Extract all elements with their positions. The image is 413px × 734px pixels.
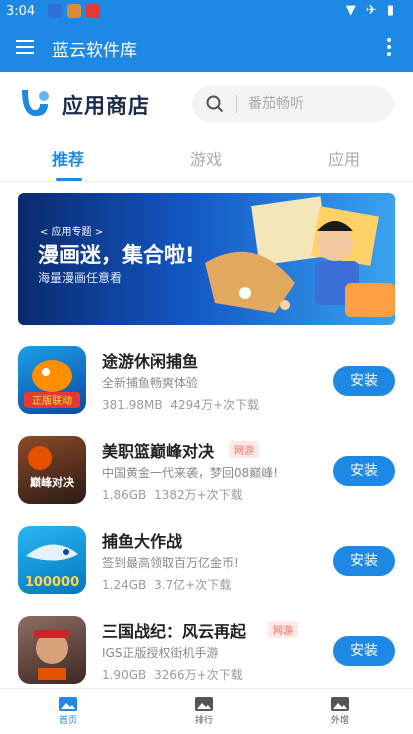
list-item[interactable]: 三国战纪：风云再起 网游 IGS正版授权街机手游 1.90GB 3266万+次下… <box>0 606 413 688</box>
status-time: 3:04 <box>6 4 36 19</box>
install-button[interactable]: 安装 <box>333 456 395 486</box>
download-notification-icon <box>48 4 62 18</box>
app-icon-fishing[interactable]: 正版联动 <box>18 346 86 414</box>
banner-tag: < 应用专题 > <box>40 227 104 238</box>
image-icon <box>59 697 77 711</box>
app-downloads: 4294万+次下载 <box>170 398 260 412</box>
list-item[interactable]: 100000 捕鱼大作战 签到最高领取百万亿金币! 1.24GB 3.7亿+次下… <box>0 516 413 606</box>
app-downloads: 3.7亿+次下载 <box>154 578 232 592</box>
store-logo-icon <box>22 90 49 116</box>
app-meta: 381.98MB 4294万+次下载 <box>102 396 263 413</box>
list-item[interactable]: 正版联动 途游休闲捕鱼 全新捕鱼畅爽体验 381.98MB 4294万+次下载 … <box>0 336 413 426</box>
app-desc: 中国黄金一代来袭，梦回08巅峰! <box>102 466 279 480</box>
promo-banner[interactable]: < 应用专题 > 漫画迷，集合啦! 海量漫画任意看 <box>18 193 395 325</box>
app-badge: 网游 <box>268 621 298 638</box>
install-button[interactable]: 安装 <box>333 366 395 396</box>
app-size: 1.86GB <box>102 488 147 502</box>
search-icon[interactable] <box>206 95 224 113</box>
tab-apps[interactable]: 应用 <box>328 146 360 170</box>
app-icon-label: 巅峰对决 <box>29 475 75 489</box>
app-desc: 全新捕鱼畅爽体验 <box>102 376 199 390</box>
category-tabs: 推荐 游戏 应用 <box>0 138 413 182</box>
basketball-icon: 巅峰对决 <box>28 446 75 489</box>
system-status-icons: ▼ ✈ ▮ <box>345 3 397 18</box>
app-downloads: 1382万+次下载 <box>154 488 243 502</box>
app-meta: 1.90GB 3266万+次下载 <box>102 666 247 683</box>
app-name: 途游休闲捕鱼 <box>102 352 199 371</box>
banner-artwork <box>205 196 395 317</box>
app-icon-three-kingdoms[interactable] <box>18 616 86 684</box>
app-size: 1.90GB <box>102 668 147 682</box>
app-desc: 签到最高领取百万亿金币! <box>102 556 239 570</box>
more-options-icon[interactable] <box>387 38 391 59</box>
search-input[interactable] <box>248 92 378 116</box>
app-name: 美职篮巅峰对决 <box>102 442 215 461</box>
menu-icon[interactable] <box>16 40 34 54</box>
nav-extra[interactable]: 外增 <box>310 697 370 726</box>
nav-ranking[interactable]: 排行 <box>174 697 234 726</box>
warrior-icon <box>34 630 70 680</box>
nav-home[interactable]: 首页 <box>38 697 98 726</box>
list-item[interactable]: 巅峰对决 美职篮巅峰对决 网游 中国黄金一代来袭，梦回08巅峰! 1.86GB … <box>0 426 413 516</box>
bottom-navigation: 首页 排行 外增 <box>0 688 413 734</box>
search-divider <box>236 95 237 113</box>
app-badge: 网游 <box>229 441 259 458</box>
banner-subtitle: 海量漫画任意看 <box>38 271 123 285</box>
store-name: 应用商店 <box>62 94 150 118</box>
video-notification-icon <box>86 4 100 18</box>
app-name: 三国战纪：风云再起 <box>102 622 247 641</box>
app-size: 381.98MB <box>102 398 163 412</box>
tab-indicator <box>56 178 82 181</box>
nav-ranking-label: 排行 <box>194 716 213 726</box>
app-meta: 1.86GB 1382万+次下载 <box>102 486 247 503</box>
notification-icons <box>48 4 100 18</box>
tab-games[interactable]: 游戏 <box>190 146 222 170</box>
app-icon-nba[interactable]: 巅峰对决 <box>18 436 86 504</box>
game-notification-icon <box>67 4 81 18</box>
app-icon-label: 100000 <box>25 575 79 590</box>
image-icon <box>195 697 213 711</box>
fish-icon: 正版联动 <box>24 360 80 408</box>
shark-icon: 100000 <box>25 544 79 590</box>
app-title: 蓝云软件库 <box>52 41 137 61</box>
app-list: 正版联动 途游休闲捕鱼 全新捕鱼畅爽体验 381.98MB 4294万+次下载 … <box>0 336 413 688</box>
app-icon-label: 正版联动 <box>32 394 72 407</box>
app-size: 1.24GB <box>102 578 147 592</box>
install-button[interactable]: 安装 <box>333 636 395 666</box>
app-name: 捕鱼大作战 <box>102 532 183 551</box>
tab-recommended[interactable]: 推荐 <box>52 146 84 170</box>
nav-home-label: 首页 <box>58 716 77 726</box>
search-bar[interactable] <box>192 86 394 122</box>
app-meta: 1.24GB 3.7亿+次下载 <box>102 576 235 593</box>
app-downloads: 3266万+次下载 <box>154 668 243 682</box>
status-bar: 3:04 ▼ ✈ ▮ <box>0 0 413 24</box>
app-desc: IGS正版授权街机手游 <box>102 646 219 660</box>
nav-extra-label: 外增 <box>330 716 349 726</box>
app-bar: 蓝云软件库 <box>0 24 413 72</box>
store-header: 应用商店 <box>0 72 413 136</box>
app-icon-fish-battle[interactable]: 100000 <box>18 526 86 594</box>
image-icon <box>331 697 349 711</box>
install-button[interactable]: 安装 <box>333 546 395 576</box>
banner-headline: 漫画迷，集合啦! <box>38 243 195 267</box>
